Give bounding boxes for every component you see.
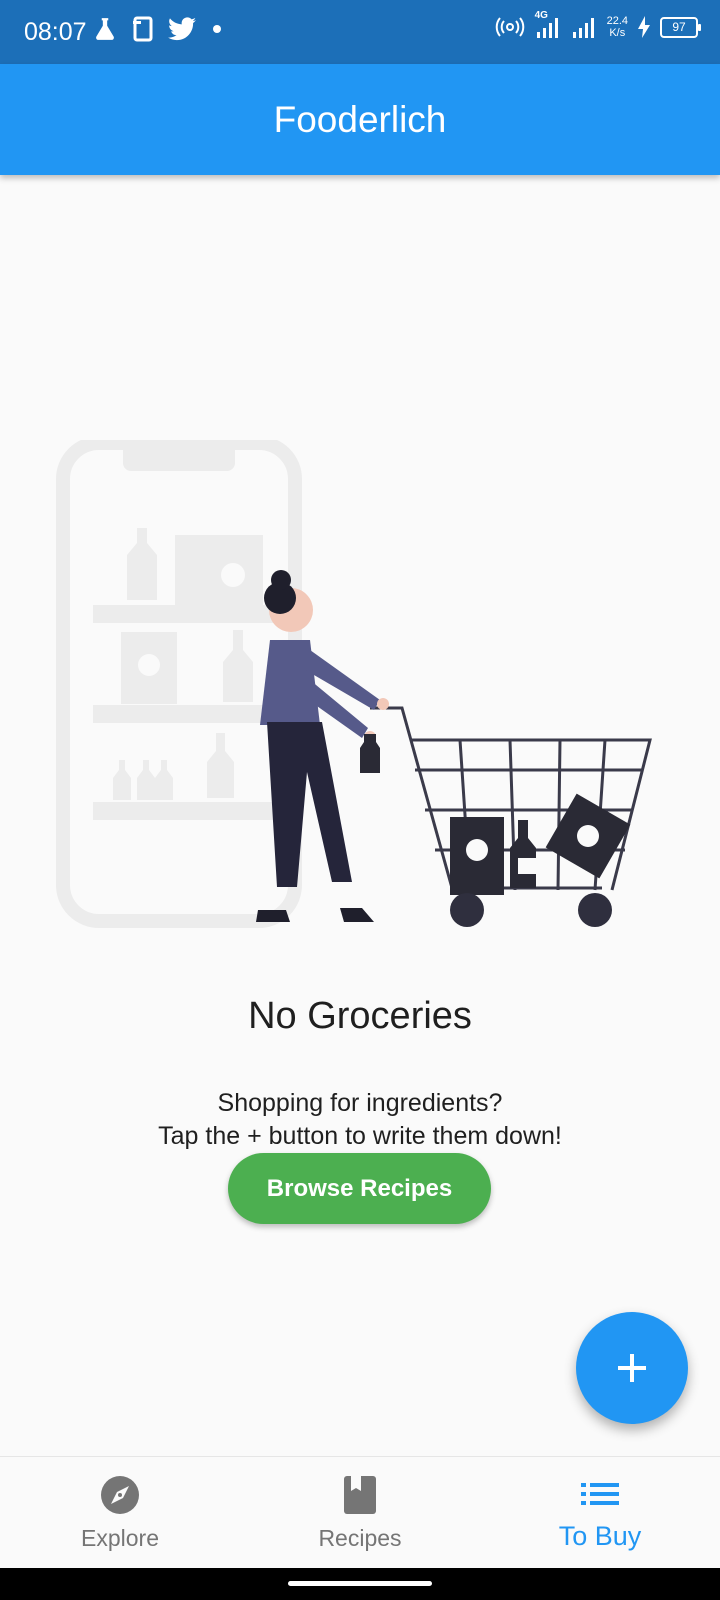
charging-icon (638, 16, 650, 38)
signal-4g: 4G (535, 10, 561, 40)
system-status-icons: 4G 22.4 K/s 97 (495, 10, 701, 40)
dot-icon (213, 25, 221, 33)
nav-label-to-buy: To Buy (558, 1521, 642, 1551)
signal-icon-2 (572, 18, 594, 38)
bottom-navigation: Explore Recipes To Buy (0, 1456, 720, 1569)
nav-label-recipes: Recipes (318, 1525, 402, 1551)
app-bar: Fooderlich (0, 64, 720, 175)
nav-item-recipes[interactable]: Recipes (240, 1457, 480, 1569)
phone-frame-icon (133, 16, 153, 42)
lab-flask-icon (96, 18, 114, 40)
system-navigation-bar (0, 1568, 720, 1600)
shopping-cart-illustration (55, 436, 675, 950)
nav-label-explore: Explore (81, 1525, 159, 1551)
home-indicator[interactable] (288, 1581, 432, 1586)
list-icon (581, 1483, 619, 1505)
notification-icons (92, 16, 224, 42)
twitter-icon (168, 17, 196, 41)
empty-state-title: No Groceries (248, 995, 472, 1037)
book-icon (344, 1476, 376, 1514)
add-item-fab[interactable] (576, 1312, 688, 1424)
signal-icon (536, 18, 558, 38)
empty-state-subtitle: Shopping for ingredients? Tap the + butt… (0, 1087, 720, 1153)
plus-icon (618, 1354, 646, 1382)
empty-state-subtitle-line2: Tap the + button to write them down! (158, 1122, 562, 1150)
battery-icon: 97 (660, 16, 701, 38)
empty-state-subtitle-line1: Shopping for ingredients? (217, 1089, 503, 1117)
status-time: 08:07 (24, 18, 87, 46)
speed-unit: K/s (609, 27, 626, 39)
compass-icon (101, 1476, 139, 1514)
hotspot-icon (495, 17, 524, 37)
network-speed: 22.4 K/s (607, 15, 628, 39)
app-title: Fooderlich (273, 98, 447, 140)
browse-recipes-button[interactable]: Browse Recipes (228, 1153, 491, 1224)
speed-value: 22.4 (606, 15, 628, 27)
battery-level: 97 (672, 20, 686, 34)
nav-item-explore[interactable]: Explore (0, 1457, 240, 1569)
status-bar: 08:07 4G 22.4 K/s 97 (0, 0, 720, 64)
nav-item-to-buy[interactable]: To Buy (480, 1457, 720, 1569)
